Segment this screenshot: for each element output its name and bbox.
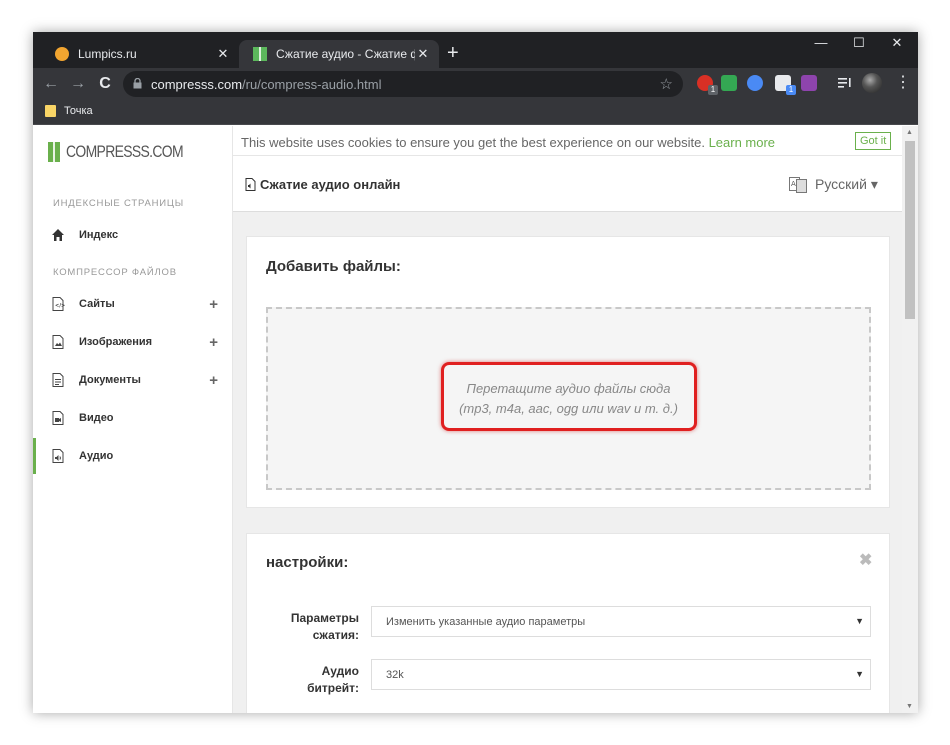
address-bar[interactable]: compresss.com/ru/compress-audio.html ☆ — [123, 71, 683, 97]
translate-icon: A — [789, 176, 807, 193]
opera-red-icon[interactable]: 1 — [697, 75, 718, 95]
sidebar-item-label: Видео — [79, 412, 114, 424]
file-audio-icon — [245, 178, 256, 191]
sidebar-item-sites[interactable]: </> Сайты + — [33, 286, 232, 322]
tab-compress-audio[interactable]: Сжатие аудио - Сжатие файлов ✕ — [239, 40, 439, 68]
site-logo[interactable]: COMPRESSS.COM — [48, 142, 209, 162]
globe-blue-icon[interactable] — [747, 75, 763, 91]
check-green-icon[interactable] — [721, 75, 737, 91]
browser-window: Lumpics.ru ✕ Сжатие аудио - Сжатие файло… — [33, 32, 918, 713]
language-label: Русский ▾ — [815, 176, 878, 192]
audio-bitrate-select[interactable]: 32k ▼ — [371, 659, 871, 690]
red-highlight-box — [441, 362, 697, 431]
tab-lumpics[interactable]: Lumpics.ru ✕ — [41, 40, 239, 68]
expand-plus-icon[interactable]: + — [209, 296, 218, 313]
compression-params-label: Параметры сжатия: — [290, 611, 359, 642]
sidebar-item-documents[interactable]: Документы + — [33, 362, 232, 398]
file-text-icon — [52, 373, 64, 387]
sidebar-item-label: Документы — [79, 374, 141, 386]
settings-close-icon[interactable]: ✖ — [859, 550, 872, 570]
upload-title: Добавить файлы: — [266, 258, 401, 275]
purple-ext-icon[interactable] — [801, 75, 817, 91]
settings-card: настройки: ✖ Параметры сжатия: Изменить … — [246, 533, 890, 713]
scroll-up-icon[interactable]: ▲ — [906, 129, 913, 136]
tab-close-icon[interactable]: ✕ — [215, 46, 231, 62]
compress-favicon-icon — [253, 47, 267, 61]
reload-button[interactable]: C — [95, 74, 115, 94]
logo-mark-icon — [48, 142, 60, 162]
url-text[interactable]: compresss.com/ru/compress-audio.html — [151, 77, 381, 92]
audio-bitrate-label: Аудио битрейт: — [307, 664, 359, 695]
bookmark-item[interactable]: Точка — [45, 105, 93, 117]
upload-card: Добавить файлы: Перетащите аудио файлы с… — [246, 236, 890, 508]
compression-params-select[interactable]: Изменить указанные аудио параметры ▼ — [371, 606, 871, 637]
learn-more-link[interactable]: Learn more — [709, 135, 775, 150]
bookmarks-bar: Точка — [33, 100, 918, 125]
scrollbar-thumb[interactable] — [905, 141, 915, 319]
settings-title: настройки: — [266, 554, 349, 571]
language-selector[interactable]: A Русский ▾ — [789, 176, 878, 193]
page-header: Сжатие аудио онлайн A Русский ▾ — [233, 156, 902, 212]
lock-icon[interactable] — [133, 78, 142, 89]
bookmark-star-icon[interactable]: ☆ — [660, 75, 673, 93]
back-button[interactable]: ← — [41, 74, 61, 94]
cookie-text: This website uses cookies to ensure you … — [241, 135, 776, 150]
profile-avatar[interactable] — [862, 73, 882, 93]
sidebar-item-label: Сайты — [79, 298, 115, 310]
expand-plus-icon[interactable]: + — [209, 334, 218, 351]
tab-title: Lumpics.ru — [78, 47, 137, 61]
home-icon — [52, 229, 64, 241]
sidebar-item-label: Аудио — [79, 450, 114, 462]
file-video-icon — [52, 411, 64, 425]
sidebar-item-index[interactable]: Индекс — [33, 217, 232, 253]
logo-text: COMPRESSS.COM — [66, 142, 184, 161]
select-value: 32k — [386, 669, 404, 681]
sidebar-item-video[interactable]: Видео — [33, 400, 232, 436]
site-sidebar: COMPRESSS.COM ИНДЕКСНЫЕ СТРАНИЦЫ Индекс … — [33, 126, 233, 713]
file-code-icon: </> — [52, 297, 65, 311]
file-dropzone[interactable]: Перетащите аудио файлы сюда (mp3, m4a, a… — [266, 307, 871, 490]
svg-text:</>: </> — [55, 303, 65, 309]
new-tab-button[interactable]: + — [447, 42, 459, 64]
browser-menu-button[interactable]: ⋮ — [895, 73, 911, 93]
browser-toolbar: ← → C compresss.com/ru/compress-audio.ht… — [33, 68, 918, 100]
sidebar-item-label: Индекс — [79, 229, 119, 241]
box-icon[interactable]: 1 — [775, 75, 796, 95]
forward-button[interactable]: → — [68, 74, 88, 94]
chevron-down-icon: ▼ — [855, 616, 864, 626]
cookie-got-it-button[interactable]: Got it — [855, 132, 892, 150]
folder-icon — [45, 105, 56, 117]
sidebar-item-label: Изображения — [79, 336, 153, 348]
scroll-down-icon[interactable]: ▼ — [906, 703, 913, 710]
close-window-button[interactable]: ✕ — [883, 35, 911, 51]
svg-text:A: A — [791, 180, 796, 188]
file-image-icon — [52, 335, 64, 349]
web-page: COMPRESSS.COM ИНДЕКСНЫЕ СТРАНИЦЫ Индекс … — [33, 126, 918, 713]
expand-plus-icon[interactable]: + — [209, 372, 218, 389]
select-value: Изменить указанные аудио параметры — [386, 616, 586, 628]
chevron-down-icon: ▼ — [855, 669, 864, 679]
section-label-index: ИНДЕКСНЫЕ СТРАНИЦЫ — [53, 198, 184, 209]
page-title-text: Сжатие аудио онлайн — [260, 177, 401, 192]
playlist-icon[interactable] — [837, 75, 853, 91]
page-scrollbar[interactable]: ▲ ▼ — [902, 126, 918, 713]
tab-title: Сжатие аудио - Сжатие файлов — [276, 47, 415, 61]
main-content: This website uses cookies to ensure you … — [233, 126, 902, 713]
tab-close-icon[interactable]: ✕ — [415, 46, 431, 62]
cookie-banner: This website uses cookies to ensure you … — [233, 126, 902, 156]
sidebar-item-images[interactable]: Изображения + — [33, 324, 232, 360]
title-bar: Lumpics.ru ✕ Сжатие аудио - Сжатие файло… — [33, 32, 918, 68]
lumpics-favicon-icon — [55, 47, 69, 61]
bookmark-label: Точка — [64, 105, 93, 117]
maximize-button[interactable]: ☐ — [845, 35, 873, 51]
minimize-button[interactable]: — — [807, 35, 835, 50]
file-audio-icon — [52, 449, 64, 463]
sidebar-item-audio[interactable]: Аудио — [33, 438, 232, 474]
page-title: Сжатие аудио онлайн — [245, 177, 400, 192]
section-label-compressor: КОМПРЕССОР ФАЙЛОВ — [53, 267, 177, 278]
